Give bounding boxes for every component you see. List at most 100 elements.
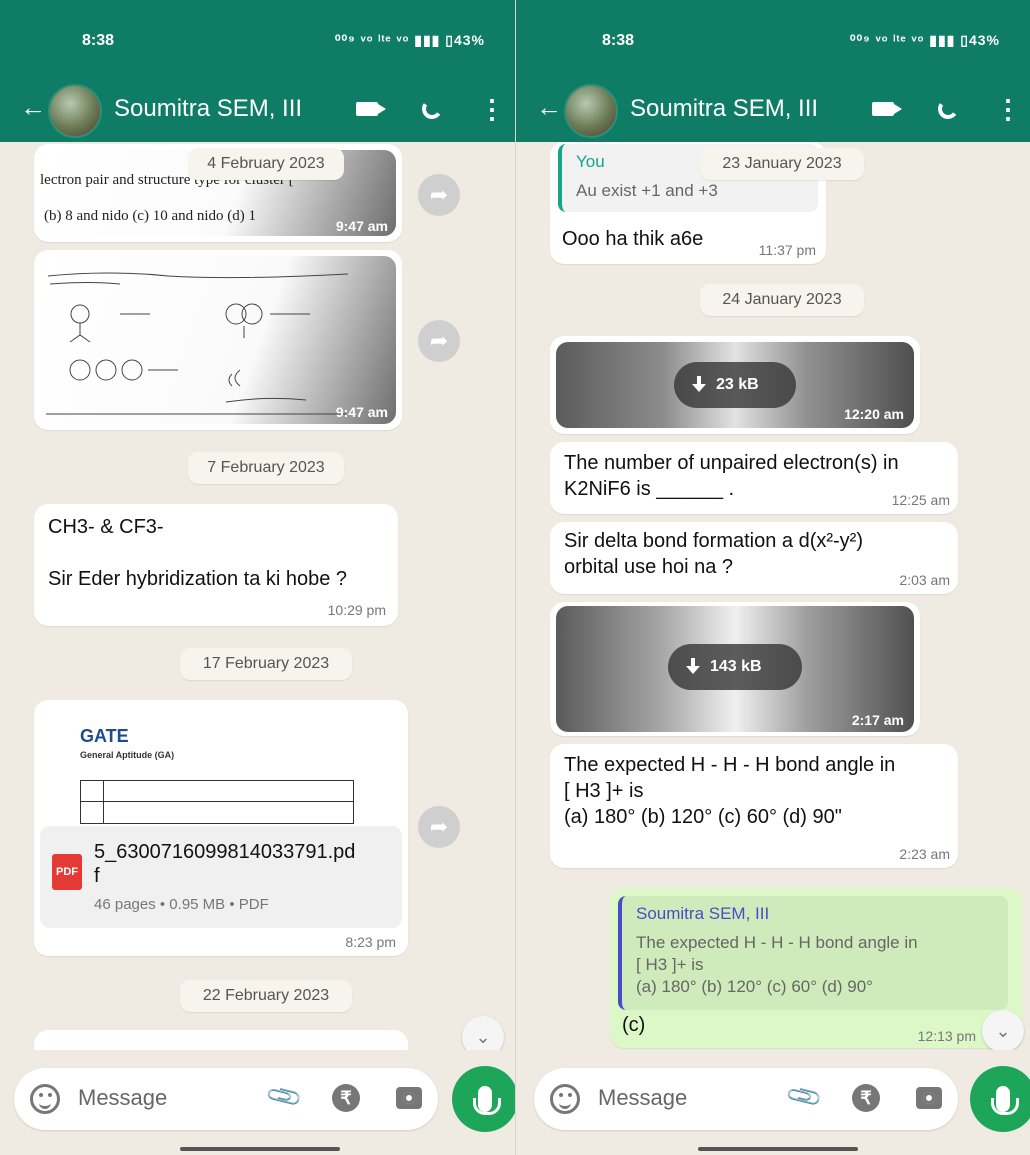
document-meta: 46 pages • 0.95 MB • PDF xyxy=(94,896,269,913)
message-time: 11:37 pm xyxy=(758,242,816,258)
message-time: 2:17 am xyxy=(851,712,904,728)
chat-header: ← Soumitra SEM, III ⋮ xyxy=(0,80,515,142)
message-time: 2:03 am xyxy=(899,572,950,588)
outgoing-reply-message[interactable]: Soumitra SEM, III The expected H - H - H… xyxy=(610,888,1022,1048)
document-subtitle: General Aptitude (GA) xyxy=(80,750,175,760)
text-message[interactable]: CH3- & CF3- Sir Eder hybridization ta ki… xyxy=(34,504,398,626)
document-info[interactable]: PDF 5_6300716099814033791.pd f 46 pages … xyxy=(40,826,402,928)
back-arrow-icon[interactable]: ← xyxy=(536,92,562,123)
message-time: 2:23 am xyxy=(899,846,950,862)
message-text: Ooo ha thik a6e xyxy=(562,228,704,250)
date-chip: 24 January 2023 xyxy=(700,284,864,316)
phone-icon[interactable] xyxy=(415,92,449,126)
more-options-icon[interactable]: ⋮ xyxy=(991,92,1025,126)
date-chip: 4 February 2023 xyxy=(188,148,344,180)
message-time: 12:25 am xyxy=(891,492,950,508)
document-preview[interactable]: GATE General Aptitude (GA) xyxy=(40,706,402,826)
download-button[interactable]: 143 kB xyxy=(668,644,802,690)
forward-icon[interactable]: ➦ xyxy=(418,806,460,848)
message-time: 9:47 am xyxy=(335,218,388,234)
camera-icon[interactable] xyxy=(916,1087,942,1109)
status-bar: 8:38 ⁰⁰⁹ ᵛᵒ ˡᵗᵉ ᵛᵒ ▮▮▮ ▯43% xyxy=(0,0,515,80)
mic-button[interactable] xyxy=(452,1066,515,1132)
date-chip: 17 February 2023 xyxy=(180,648,352,680)
date-chip: 22 February 2023 xyxy=(180,980,352,1012)
document-message[interactable]: GATE General Aptitude (GA) PDF 5_6300716… xyxy=(34,700,408,956)
date-chip: 7 February 2023 xyxy=(188,452,344,484)
mic-button[interactable] xyxy=(970,1066,1030,1132)
quoted-message[interactable]: Soumitra SEM, III The expected H - H - H… xyxy=(618,896,1008,1010)
status-bar: 8:38 ⁰⁰⁹ ᵛᵒ ˡᵗᵉ ᵛᵒ ▮▮▮ ▯43% xyxy=(516,0,1030,80)
sketch-image[interactable] xyxy=(40,256,396,424)
media-size: 143 kB xyxy=(710,658,762,675)
right-screen: 8:38 ⁰⁰⁹ ᵛᵒ ˡᵗᵉ ᵛᵒ ▮▮▮ ▯43% ← Soumitra S… xyxy=(515,0,1030,1155)
forward-icon[interactable]: ➦ xyxy=(418,320,460,362)
message-input-bar[interactable]: Message 📎 ₹ xyxy=(14,1068,438,1130)
attach-icon[interactable]: 📎 xyxy=(264,1077,305,1119)
scroll-down-icon[interactable]: ⌄ xyxy=(462,1016,504,1050)
message-text: The expected H - H - H bond angle in [ H… xyxy=(564,754,896,828)
quoted-sender: You xyxy=(576,152,605,171)
message-time: 9:47 am xyxy=(335,404,388,420)
text-message[interactable]: The number of unpaired electron(s) in K2… xyxy=(550,442,958,514)
emoji-icon[interactable] xyxy=(550,1084,580,1114)
message-input[interactable]: Message xyxy=(598,1085,687,1111)
download-button[interactable]: 23 kB xyxy=(674,362,796,408)
contact-name[interactable]: Soumitra SEM, III xyxy=(114,95,302,123)
media-message[interactable]: 143 kB 2:17 am xyxy=(550,602,920,736)
quoted-text: Au exist +1 and +3 xyxy=(576,181,718,200)
message-input[interactable]: Message xyxy=(78,1085,167,1111)
chat-header: ← Soumitra SEM, III ⋮ xyxy=(516,80,1030,142)
chat-area[interactable]: lectron pair and structure type for clus… xyxy=(0,142,515,1050)
contact-name[interactable]: Soumitra SEM, III xyxy=(630,95,818,123)
status-time: 8:38 xyxy=(82,32,115,49)
handwritten-structures xyxy=(46,272,349,415)
scroll-down-icon[interactable]: ⌄ xyxy=(982,1010,1024,1050)
download-icon xyxy=(692,376,706,394)
gate-logo: GATE xyxy=(80,726,129,746)
quoted-text: The expected H - H - H bond angle in [ H… xyxy=(636,933,918,996)
media-size: 23 kB xyxy=(716,376,759,393)
media-message[interactable]: 23 kB 12:20 am xyxy=(550,336,920,434)
text-message[interactable] xyxy=(34,1030,408,1050)
message-time: 10:29 pm xyxy=(327,602,386,618)
contact-avatar[interactable] xyxy=(564,84,618,138)
download-icon xyxy=(686,658,700,676)
home-indicator xyxy=(698,1147,858,1151)
message-input-bar[interactable]: Message 📎 ₹ xyxy=(534,1068,958,1130)
home-indicator xyxy=(180,1147,340,1151)
contact-avatar[interactable] xyxy=(48,84,102,138)
status-icons: ⁰⁰⁹ ᵛᵒ ˡᵗᵉ ᵛᵒ ▮▮▮ ▯43% xyxy=(849,32,1000,48)
status-icons: ⁰⁰⁹ ᵛᵒ ˡᵗᵉ ᵛᵒ ▮▮▮ ▯43% xyxy=(334,32,485,48)
mic-icon xyxy=(473,1086,501,1115)
payment-icon[interactable]: ₹ xyxy=(852,1084,880,1112)
left-screen: 8:38 ⁰⁰⁹ ᵛᵒ ˡᵗᵉ ᵛᵒ ▮▮▮ ▯43% ← Soumitra S… xyxy=(0,0,515,1155)
quoted-sender: Soumitra SEM, III xyxy=(636,904,770,923)
document-filename: 5_6300716099814033791.pd f xyxy=(94,841,356,887)
emoji-icon[interactable] xyxy=(30,1084,60,1114)
message-text: (c) xyxy=(622,1014,646,1036)
image-message[interactable]: 9:47 am xyxy=(34,250,402,430)
pdf-icon: PDF xyxy=(52,854,82,890)
date-chip: 23 January 2023 xyxy=(700,148,864,180)
mic-icon xyxy=(991,1086,1019,1115)
more-options-icon[interactable]: ⋮ xyxy=(475,92,509,126)
message-text: CH3- & CF3- Sir Eder hybridization ta ki… xyxy=(48,516,348,590)
message-text: Sir delta bond formation a d(x²-y²) orbi… xyxy=(564,530,864,578)
payment-icon[interactable]: ₹ xyxy=(332,1084,360,1112)
attach-icon[interactable]: 📎 xyxy=(784,1077,825,1119)
status-time: 8:38 xyxy=(602,32,635,49)
video-call-icon[interactable] xyxy=(350,92,386,126)
document-table xyxy=(80,780,354,824)
chat-area[interactable]: You Au exist +1 and +3 Ooo ha thik a6e 1… xyxy=(516,142,1030,1050)
message-time: 8:23 pm xyxy=(345,934,396,950)
text-message[interactable]: The expected H - H - H bond angle in [ H… xyxy=(550,744,958,868)
back-arrow-icon[interactable]: ← xyxy=(20,92,46,123)
text-message[interactable]: Sir delta bond formation a d(x²-y²) orbi… xyxy=(550,522,958,594)
camera-icon[interactable] xyxy=(396,1087,422,1109)
phone-icon[interactable] xyxy=(931,92,965,126)
message-time: 12:20 am xyxy=(844,406,904,422)
message-time: 12:13 pm xyxy=(917,1028,976,1044)
forward-icon[interactable]: ➦ xyxy=(418,174,460,216)
video-call-icon[interactable] xyxy=(866,92,902,126)
